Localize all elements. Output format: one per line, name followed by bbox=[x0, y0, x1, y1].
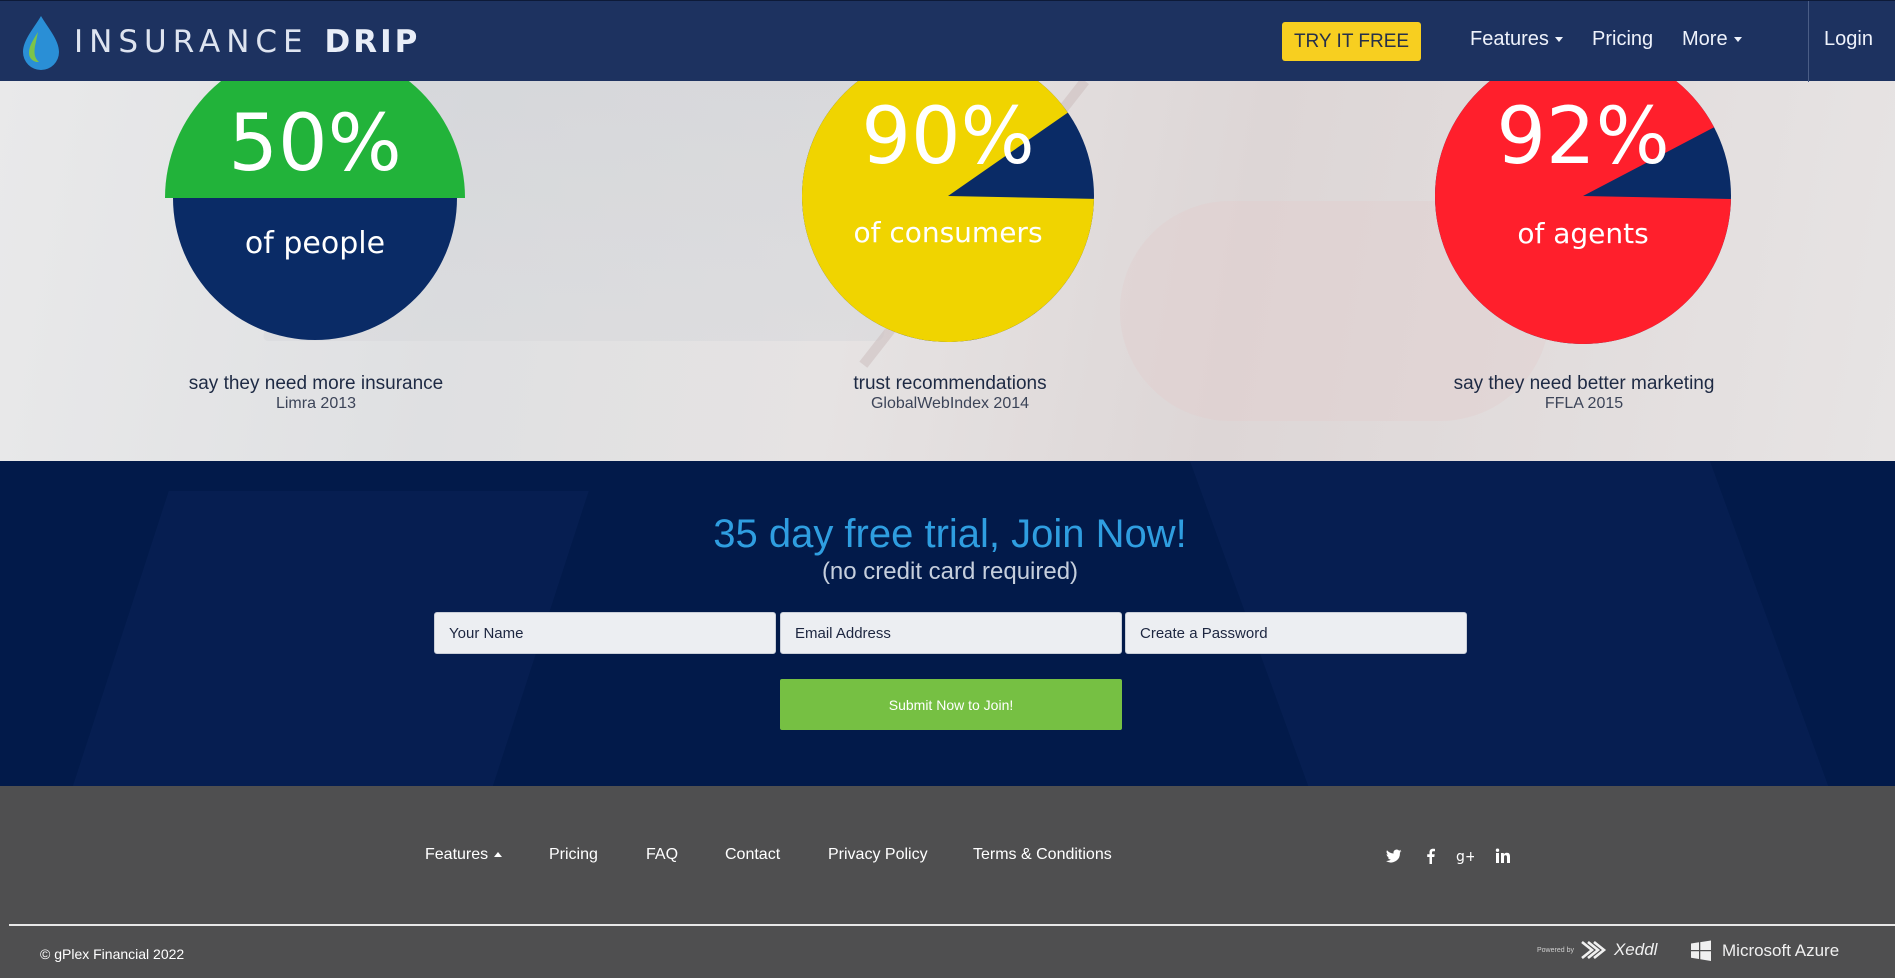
caret-down-icon bbox=[1733, 37, 1742, 43]
footer-link-features-label: Features bbox=[425, 846, 489, 863]
nav-divider bbox=[1808, 1, 1809, 82]
linkedin-icon[interactable] bbox=[1493, 846, 1513, 866]
footer-link-pricing[interactable]: Pricing bbox=[549, 846, 598, 864]
stat-pie-agents: 92% of agents bbox=[1433, 46, 1743, 361]
twitter-icon[interactable] bbox=[1384, 846, 1404, 866]
nav-features[interactable]: Features bbox=[1470, 28, 1563, 51]
brand-logo[interactable]: INSURANCE DRIP bbox=[20, 13, 420, 71]
stat-source: Limra 2013 bbox=[275, 395, 357, 412]
xeddl-logo-icon bbox=[1581, 941, 1607, 959]
stat-label: of consumers bbox=[853, 216, 1042, 249]
stat-pie-consumers: 90% of consumers bbox=[798, 46, 1108, 361]
nav-pricing[interactable]: Pricing bbox=[1592, 28, 1653, 51]
footer-link-features[interactable]: Features bbox=[425, 846, 503, 864]
try-it-free-button[interactable]: TRY IT FREE bbox=[1282, 22, 1421, 61]
azure-brand: Microsoft Azure bbox=[1722, 941, 1840, 960]
svg-text:g+: g+ bbox=[1456, 849, 1474, 864]
stat-percent: 50% bbox=[228, 99, 401, 189]
nav-login[interactable]: Login bbox=[1824, 28, 1873, 51]
droplet-icon bbox=[23, 16, 59, 70]
brand-name-bold: DRIP bbox=[324, 24, 421, 60]
name-input[interactable] bbox=[434, 612, 776, 654]
top-navbar: INSURANCE DRIP TRY IT FREE Features Pric… bbox=[0, 0, 1895, 82]
xeddl-brand: Xeddl bbox=[1613, 940, 1658, 959]
powered-by-azure[interactable]: Microsoft Azure bbox=[1690, 940, 1839, 962]
stat-source: FFLA 2015 bbox=[1544, 395, 1624, 412]
stat-source: GlobalWebIndex 2014 bbox=[870, 395, 1030, 412]
google-plus-icon[interactable]: g+ bbox=[1455, 846, 1475, 866]
footer-link-contact[interactable]: Contact bbox=[725, 846, 780, 864]
facebook-icon[interactable] bbox=[1420, 846, 1440, 866]
stat-percent: 92% bbox=[1496, 92, 1669, 182]
footer-link-privacy[interactable]: Privacy Policy bbox=[828, 846, 928, 864]
footer-link-faq[interactable]: FAQ bbox=[646, 846, 678, 864]
footer-link-terms[interactable]: Terms & Conditions bbox=[973, 846, 1112, 864]
stat-caption: say they need more insurance bbox=[188, 373, 444, 394]
stat-label: of agents bbox=[1517, 217, 1648, 250]
footer-divider bbox=[9, 924, 1895, 926]
stat-caption: trust recommendations bbox=[853, 373, 1047, 394]
nav-features-label: Features bbox=[1470, 28, 1549, 50]
nav-more[interactable]: More bbox=[1682, 28, 1742, 51]
windows-logo-icon bbox=[1691, 940, 1711, 961]
powered-by-label: Powered by bbox=[1537, 946, 1574, 954]
powered-by-xeddl[interactable]: Powered by Xeddl bbox=[1537, 940, 1657, 960]
join-title: 35 day free trial, Join Now! bbox=[713, 512, 1187, 556]
stat-pie-people: 50% of people bbox=[162, 46, 472, 361]
caret-down-icon bbox=[1554, 37, 1563, 43]
stat-label: of people bbox=[245, 226, 385, 261]
email-input[interactable] bbox=[780, 612, 1122, 654]
caret-up-icon bbox=[494, 852, 503, 858]
copyright-text: © gPlex Financial 2022 bbox=[40, 946, 185, 962]
join-subtitle: (no credit card required) bbox=[821, 558, 1079, 585]
nav-more-label: More bbox=[1682, 28, 1728, 50]
submit-join-button[interactable]: Submit Now to Join! bbox=[780, 679, 1122, 730]
brand-name-light: INSURANCE bbox=[74, 24, 309, 60]
password-input[interactable] bbox=[1125, 612, 1467, 654]
stat-caption: say they need better marketing bbox=[1453, 373, 1715, 394]
brand-wordmark: INSURANCE DRIP bbox=[74, 24, 420, 60]
stat-percent: 90% bbox=[861, 92, 1034, 182]
